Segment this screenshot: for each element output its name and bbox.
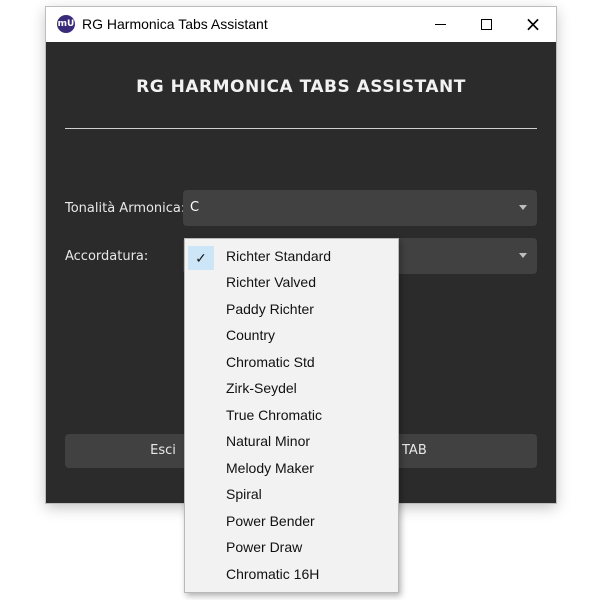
chevron-down-icon: [519, 253, 527, 258]
window-title: RG Harmonica Tabs Assistant: [82, 16, 268, 32]
dropdown-option[interactable]: Natural Minor: [185, 428, 398, 454]
dropdown-option[interactable]: Paddy Richter: [185, 296, 398, 322]
tuning-label: Accordatura:: [65, 249, 149, 264]
key-select[interactable]: C: [183, 190, 537, 226]
dropdown-option[interactable]: Spiral: [185, 481, 398, 507]
dropdown-option[interactable]: Country: [185, 322, 398, 348]
maximize-button[interactable]: [464, 7, 510, 42]
key-label: Tonalità Armonica:: [65, 201, 186, 216]
minimize-button[interactable]: [418, 7, 464, 42]
chevron-down-icon: [519, 205, 527, 210]
close-button[interactable]: ×: [510, 7, 556, 42]
tuning-dropdown-list: ✓ Richter Standard Richter Valved Paddy …: [184, 238, 399, 593]
title-bar[interactable]: mU RG Harmonica Tabs Assistant ×: [46, 7, 556, 42]
dropdown-option[interactable]: Power Bender: [185, 508, 398, 534]
dropdown-option[interactable]: Chromatic Std: [185, 349, 398, 375]
dropdown-option[interactable]: Melody Maker: [185, 455, 398, 481]
dropdown-option[interactable]: Zirk-Seydel: [185, 375, 398, 401]
key-select-value: C: [190, 200, 200, 215]
minimize-icon: [435, 24, 446, 25]
dropdown-option[interactable]: True Chromatic: [185, 402, 398, 428]
close-icon: ×: [524, 12, 542, 36]
maximize-icon: [481, 19, 492, 30]
dropdown-option[interactable]: Power Draw: [185, 534, 398, 560]
mu-logo-icon: mU: [57, 15, 75, 33]
dropdown-option[interactable]: ✓ Richter Standard: [185, 243, 398, 270]
check-icon: ✓: [188, 246, 214, 270]
divider: [65, 128, 537, 129]
dropdown-option[interactable]: Chromatic 16H: [185, 561, 398, 587]
page-title: RG HARMONICA TABS ASSISTANT: [136, 77, 466, 97]
dropdown-option[interactable]: Richter Valved: [185, 269, 398, 295]
